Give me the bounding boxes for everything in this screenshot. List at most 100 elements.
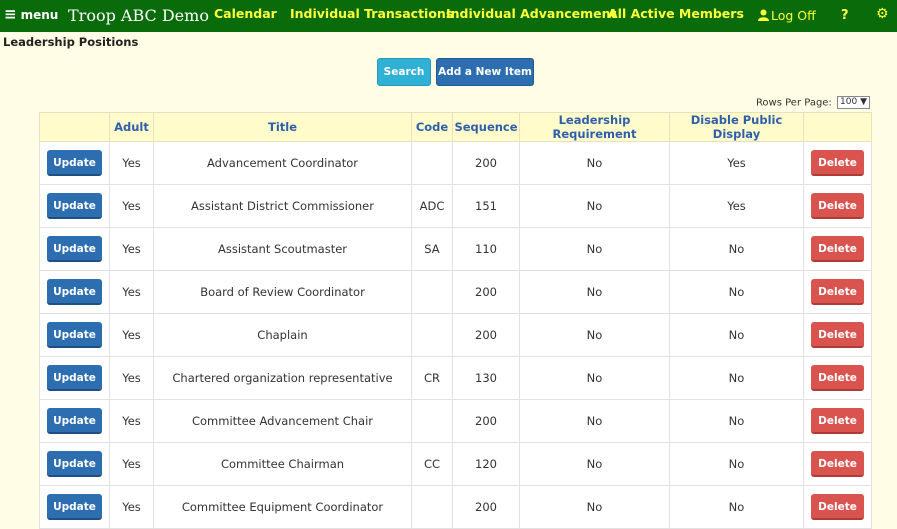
code-cell: CR	[411, 356, 453, 400]
update-button[interactable]: Update	[47, 236, 102, 262]
sequence-cell: 120	[452, 442, 520, 486]
delete-button[interactable]: Delete	[811, 279, 864, 305]
code-cell	[411, 141, 453, 185]
adult-cell: Yes	[109, 356, 154, 400]
disable-public-display-cell: No	[669, 270, 804, 314]
user-icon	[758, 9, 769, 21]
top-navbar: ≡ menu Troop ABC Demo Calendar Individual…	[0, 0, 897, 32]
nav-link-individual-transactions[interactable]: Individual Transactions	[290, 0, 453, 32]
delete-button[interactable]: Delete	[811, 408, 864, 434]
title-cell: Advancement Coordinator	[153, 141, 412, 185]
disable-public-display-cell: No	[669, 227, 804, 271]
disable-public-display-cell: Yes	[669, 141, 804, 185]
update-cell: Update	[39, 141, 110, 185]
add-new-item-button[interactable]: Add a New Item	[436, 58, 534, 86]
delete-button[interactable]: Delete	[811, 451, 864, 477]
adult-cell: Yes	[109, 184, 154, 228]
gear-icon[interactable]: ⚙	[876, 0, 889, 32]
table-row: Update Yes Committee Chairman CC 120 No No Dele…	[39, 442, 872, 486]
table-row: Update Yes Chaplain 200 No No Delete	[39, 313, 872, 357]
update-cell: Update	[39, 184, 110, 228]
delete-button[interactable]: Delete	[811, 365, 864, 391]
update-button[interactable]: Update	[47, 451, 102, 477]
delete-button[interactable]: Delete	[811, 193, 864, 219]
title-cell: Committee Advancement Chair	[153, 399, 412, 443]
header-leadership-requirement[interactable]: Leadership Requirement	[519, 112, 670, 142]
leadership-requirement-cell: No	[519, 227, 670, 271]
nav-link-all-active-members[interactable]: All Active Members	[608, 0, 744, 32]
sequence-cell: 151	[452, 184, 520, 228]
disable-public-display-cell: Yes	[669, 184, 804, 228]
update-button[interactable]: Update	[47, 279, 102, 305]
update-cell: Update	[39, 313, 110, 357]
sequence-cell: 110	[452, 227, 520, 271]
delete-cell: Delete	[803, 141, 872, 185]
update-button[interactable]: Update	[47, 193, 102, 219]
header-actions-delete	[803, 112, 872, 142]
update-cell: Update	[39, 356, 110, 400]
delete-button[interactable]: Delete	[811, 236, 864, 262]
code-cell: CC	[411, 442, 453, 486]
delete-cell: Delete	[803, 227, 872, 271]
delete-cell: Delete	[803, 313, 872, 357]
update-cell: Update	[39, 227, 110, 271]
menu-toggle[interactable]: ≡ menu	[4, 0, 58, 32]
disable-public-display-cell: No	[669, 356, 804, 400]
disable-public-display-cell: No	[669, 313, 804, 357]
code-cell: ADC	[411, 184, 453, 228]
delete-button[interactable]: Delete	[811, 322, 864, 348]
help-link[interactable]: ?	[841, 0, 849, 32]
adult-cell: Yes	[109, 442, 154, 486]
title-cell: Assistant District Commissioner	[153, 184, 412, 228]
header-adult[interactable]: Adult	[109, 112, 154, 142]
rows-per-page-label: Rows Per Page:	[755, 97, 832, 109]
nav-link-calendar[interactable]: Calendar	[214, 0, 277, 32]
delete-button[interactable]: Delete	[811, 494, 864, 520]
page-title: Leadership Positions	[3, 35, 139, 49]
sequence-cell: 200	[452, 485, 520, 529]
adult-cell: Yes	[109, 399, 154, 443]
table-row: Update Yes Advancement Coordinator 200 No Yes…	[39, 141, 872, 185]
table-row: Update Yes Board of Review Coordinator 200 N…	[39, 270, 872, 314]
rows-per-page: Rows Per Page: 100 ▼	[756, 96, 870, 109]
update-button[interactable]: Update	[47, 408, 102, 434]
sequence-cell: 200	[452, 270, 520, 314]
code-cell	[411, 313, 453, 357]
header-code[interactable]: Code	[411, 112, 453, 142]
rows-per-page-select[interactable]: 100 ▼	[837, 96, 870, 109]
update-button[interactable]: Update	[47, 150, 102, 176]
adult-cell: Yes	[109, 485, 154, 529]
adult-cell: Yes	[109, 313, 154, 357]
header-title[interactable]: Title	[153, 112, 412, 142]
logoff-label: Log Off	[771, 8, 816, 23]
delete-cell: Delete	[803, 270, 872, 314]
code-cell	[411, 399, 453, 443]
delete-cell: Delete	[803, 184, 872, 228]
sequence-cell: 130	[452, 356, 520, 400]
update-button[interactable]: Update	[47, 322, 102, 348]
header-actions-update	[39, 112, 110, 142]
update-button[interactable]: Update	[47, 365, 102, 391]
table-row: Update Yes Assistant Scoutmaster SA 110 No No D…	[39, 227, 872, 271]
leadership-requirement-cell: No	[519, 399, 670, 443]
leadership-requirement-cell: No	[519, 356, 670, 400]
dropdown-arrow-icon: ▼	[860, 97, 867, 107]
brand-title[interactable]: Troop ABC Demo	[68, 0, 209, 32]
rows-per-page-value: 100	[840, 97, 858, 107]
delete-cell: Delete	[803, 485, 872, 529]
leadership-requirement-cell: No	[519, 313, 670, 357]
update-button[interactable]: Update	[47, 494, 102, 520]
header-disable-public-display[interactable]: Disable Public Display	[669, 112, 804, 142]
header-sequence[interactable]: Sequence	[452, 112, 520, 142]
disable-public-display-cell: No	[669, 399, 804, 443]
leadership-requirement-cell: No	[519, 485, 670, 529]
delete-cell: Delete	[803, 442, 872, 486]
title-cell: Board of Review Coordinator	[153, 270, 412, 314]
search-button[interactable]: Search	[377, 58, 431, 86]
update-cell: Update	[39, 399, 110, 443]
nav-link-individual-advancement[interactable]: Individual Advancement	[446, 0, 617, 32]
leadership-positions-table: Adult Title Code Sequence Leadership Req…	[39, 112, 872, 529]
leadership-requirement-cell: No	[519, 442, 670, 486]
logoff-link[interactable]: Log Off	[758, 0, 816, 32]
delete-button[interactable]: Delete	[811, 150, 864, 176]
